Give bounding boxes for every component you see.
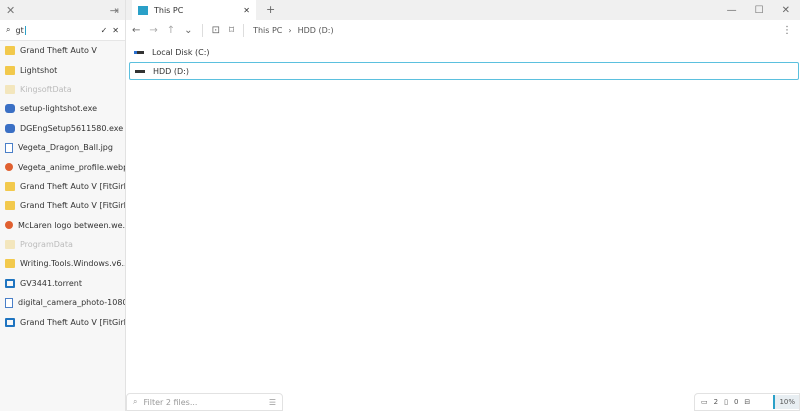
filter-input[interactable]: ⌕ Filter 2 files... ☰ <box>126 393 283 411</box>
layout-icon[interactable]: ⊟ <box>744 398 750 406</box>
search-result-item[interactable]: Grand Theft Auto V [FitGirl... <box>0 177 125 196</box>
up-icon[interactable]: ↑ <box>167 25 175 36</box>
divider <box>243 24 245 37</box>
search-result-item[interactable]: ProgramData <box>0 235 125 254</box>
drive-icon <box>135 69 145 73</box>
search-result-item[interactable]: Writing.Tools.Windows.v6.... <box>0 254 125 273</box>
search-results: Grand Theft Auto V Lightshot KingsoftData s… <box>0 41 125 332</box>
file-icon <box>5 142 13 153</box>
bookmark-icon[interactable]: ⌑ <box>229 25 234 36</box>
search-result-item[interactable]: Grand Theft Auto V [FitGirl... <box>0 196 125 215</box>
search-result-item[interactable]: KingsoftData <box>0 80 125 99</box>
folder-count: 2 <box>713 398 719 406</box>
folder-icon <box>5 240 15 250</box>
folder-icon <box>5 181 15 191</box>
search-input[interactable]: gt <box>15 25 26 35</box>
tab-title: This PC <box>154 5 184 15</box>
folder-icon <box>5 65 15 75</box>
monitor-icon <box>138 5 148 15</box>
status-bar: ▭ 2 ▯ 0 ⊟ 10% <box>694 393 800 411</box>
search-result-item[interactable]: Grand Theft Auto V <box>0 41 125 60</box>
folder-icon: ▭ <box>701 398 708 406</box>
folder-icon <box>5 259 15 269</box>
tab-this-pc[interactable]: This PC ✕ <box>132 0 256 20</box>
result-name: Grand Theft Auto V [FitGirl... <box>20 201 125 211</box>
exe-icon <box>5 123 15 133</box>
forward-icon[interactable]: → <box>149 25 157 36</box>
divider <box>201 24 203 37</box>
result-name: DGEngSetup5611580.exe <box>20 123 124 133</box>
drive-icon <box>134 50 144 54</box>
more-options-icon[interactable]: ⋮ <box>782 25 800 36</box>
search-result-item[interactable]: Vegeta_Dragon_Ball.jpg <box>0 138 125 157</box>
search-result-item[interactable]: McLaren logo between.we... <box>0 216 125 235</box>
result-name: McLaren logo between.we... <box>18 220 125 230</box>
search-result-item[interactable]: digital_camera_photo-1080... <box>0 293 125 312</box>
tab-bar: This PC ✕ + — ☐ ✕ <box>126 0 800 20</box>
search-result-item[interactable]: setup-lightshot.exe <box>0 99 125 118</box>
sidebar: ✕ ⇥ ⌕ gt ✓ ✕ Grand Theft Auto V Lightshot K… <box>0 0 126 411</box>
maximize-button[interactable]: ☐ <box>755 5 764 16</box>
image-icon <box>5 163 13 172</box>
breadcrumb: This PC › HDD (D:) <box>253 26 334 35</box>
zoom-level[interactable]: 10% <box>773 395 799 409</box>
result-name: Vegeta_anime_profile.webp <box>18 162 125 172</box>
file-icon <box>5 297 13 308</box>
search-icon: ⌕ <box>6 25 11 34</box>
result-name: ProgramData <box>20 240 73 250</box>
history-chevron-icon[interactable]: ⌄ <box>184 25 192 36</box>
result-name: Vegeta_Dragon_Ball.jpg <box>18 143 113 153</box>
result-name: KingsoftData <box>20 84 72 94</box>
breadcrumb-this-pc[interactable]: This PC <box>253 26 282 35</box>
folder-icon <box>5 201 15 211</box>
app-logo-icon: ✕ <box>6 3 16 17</box>
collapse-sidebar-icon[interactable]: ⇥ <box>110 4 119 17</box>
filter-placeholder: Filter 2 files... <box>143 397 198 407</box>
close-tab-icon[interactable]: ✕ <box>243 6 250 15</box>
result-name: setup-lightshot.exe <box>20 104 97 114</box>
new-tab-button[interactable]: + <box>256 3 285 20</box>
toolbar: ← → ↑ ⌄ ⊡ ⌑ This PC › HDD (D:) ⋮ <box>126 20 800 41</box>
close-window-button[interactable]: ✕ <box>782 5 790 16</box>
result-name: Lightshot <box>20 65 58 75</box>
confirm-icon[interactable]: ✓ <box>101 26 108 35</box>
drive-hdd-d[interactable]: HDD (D:) <box>129 62 799 80</box>
result-name: digital_camera_photo-1080... <box>18 298 125 308</box>
torrent-icon <box>5 278 15 288</box>
chevron-right-icon: › <box>288 26 292 35</box>
folder-icon <box>5 84 15 94</box>
image-icon <box>5 221 13 230</box>
search-result-item[interactable]: Grand Theft Auto V [FitGirl... <box>0 312 125 331</box>
search-result-item[interactable]: Vegeta_anime_profile.webp <box>0 157 125 176</box>
search-result-item[interactable]: GV3441.torrent <box>0 274 125 293</box>
search-result-item[interactable]: DGEngSetup5611580.exe <box>0 119 125 138</box>
result-name: Grand Theft Auto V <box>20 46 97 56</box>
drive-label: HDD (D:) <box>153 66 189 76</box>
drive-label: Local Disk (C:) <box>152 47 210 57</box>
exe-icon <box>5 104 15 114</box>
file-count: 0 <box>733 398 739 406</box>
lock-icon[interactable]: ⊡ <box>212 25 220 36</box>
result-name: Writing.Tools.Windows.v6.... <box>20 259 125 269</box>
search-icon: ⌕ <box>133 397 138 406</box>
back-icon[interactable]: ← <box>132 25 140 36</box>
breadcrumb-hdd[interactable]: HDD (D:) <box>298 26 334 35</box>
file-icon: ▯ <box>724 398 728 406</box>
torrent-icon <box>5 317 15 327</box>
result-name: GV3441.torrent <box>20 278 82 288</box>
drive-local-disk-c[interactable]: Local Disk (C:) <box>129 43 799 61</box>
folder-icon <box>5 46 15 56</box>
filter-options-icon[interactable]: ☰ <box>269 398 276 407</box>
clear-icon[interactable]: ✕ <box>112 26 119 35</box>
search-result-item[interactable]: Lightshot <box>0 60 125 79</box>
result-name: Grand Theft Auto V [FitGirl... <box>20 317 125 327</box>
search-bar[interactable]: ⌕ gt ✓ ✕ <box>0 20 125 41</box>
result-name: Grand Theft Auto V [FitGirl... <box>20 181 125 191</box>
minimize-button[interactable]: — <box>727 5 737 16</box>
